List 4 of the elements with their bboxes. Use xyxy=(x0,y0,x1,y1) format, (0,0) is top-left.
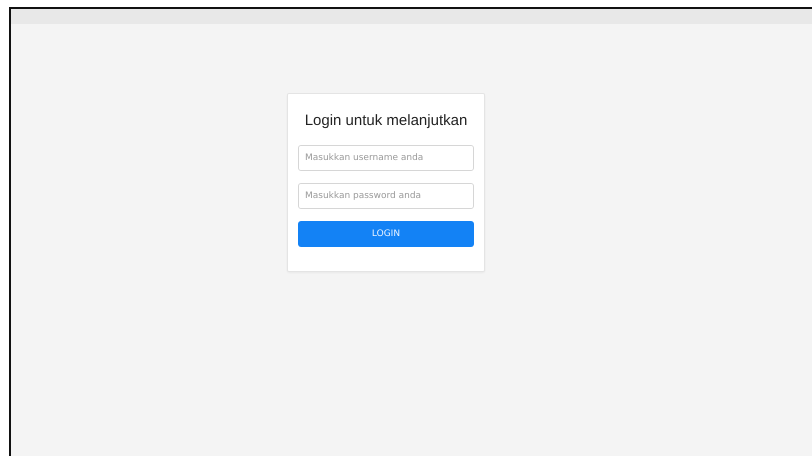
password-field[interactable]: Masukkan password anda xyxy=(298,182,474,208)
login-title: Login untuk melanjutkan xyxy=(304,111,468,130)
login-button[interactable]: LOGIN xyxy=(298,220,474,246)
username-field[interactable]: Masukkan username anda xyxy=(298,144,474,170)
